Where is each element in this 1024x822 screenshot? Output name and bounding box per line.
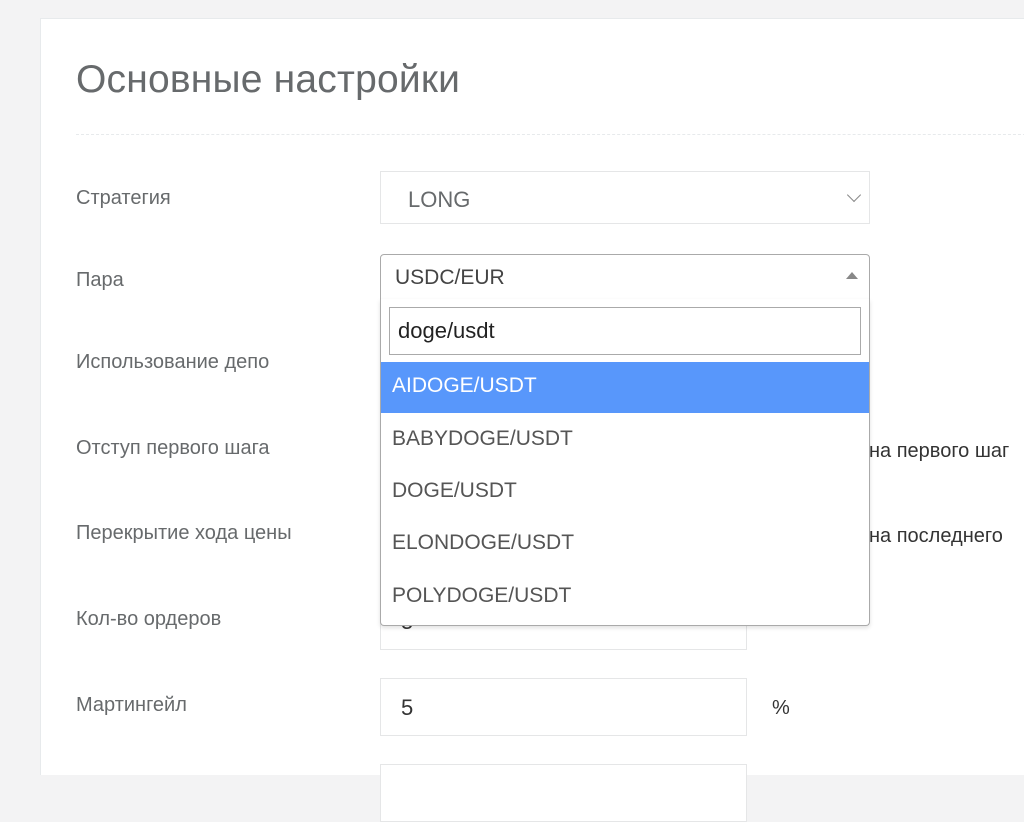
caret-up-icon <box>846 272 858 279</box>
pair-option-polydoge[interactable]: POLYDOGE/USDT <box>381 572 869 623</box>
pair-option-elondoge[interactable]: ELONDOGE/USDT <box>381 519 869 570</box>
strategy-label: Стратегия <box>76 187 171 209</box>
strategy-value: LONG <box>408 187 471 212</box>
pair-dropdown: AIDOGE/USDT BABYDOGE/USDT DOGE/USDT ELON… <box>380 299 870 626</box>
pair-label: Пара <box>76 269 124 291</box>
deposit-usage-label: Использование депо <box>76 351 270 373</box>
orders-count-label: Кол-во ордеров <box>76 608 222 630</box>
price-overlap-label: Перекрытие хода цены <box>76 522 292 544</box>
martingale-input[interactable]: 5 <box>380 678 747 736</box>
chevron-down-icon <box>846 187 862 203</box>
pair-select[interactable]: USDC/EUR <box>380 254 870 300</box>
pair-value: USDC/EUR <box>395 266 505 289</box>
price-overlap-side-text: на последнего <box>869 525 1003 547</box>
pair-option-aidoge[interactable]: AIDOGE/USDT <box>381 362 869 413</box>
first-step-side-text: на первого шаг <box>869 440 1010 462</box>
pair-option-doge[interactable]: DOGE/USDT <box>381 467 869 518</box>
strategy-select[interactable]: LONG <box>380 171 870 224</box>
page-title: Основные настройки <box>76 58 461 101</box>
settings-panel: Основные настройки Стратегия Пара Исполь… <box>40 18 1024 822</box>
pair-option-babydoge[interactable]: BABYDOGE/USDT <box>381 415 869 466</box>
first-step-offset-label: Отступ первого шага <box>76 437 270 459</box>
martingale-unit: % <box>772 697 790 719</box>
next-setting-input[interactable] <box>380 764 747 822</box>
pair-search-input[interactable] <box>389 307 861 355</box>
martingale-label: Мартингейл <box>76 694 187 716</box>
divider <box>76 134 1024 135</box>
martingale-value: 5 <box>401 695 414 720</box>
